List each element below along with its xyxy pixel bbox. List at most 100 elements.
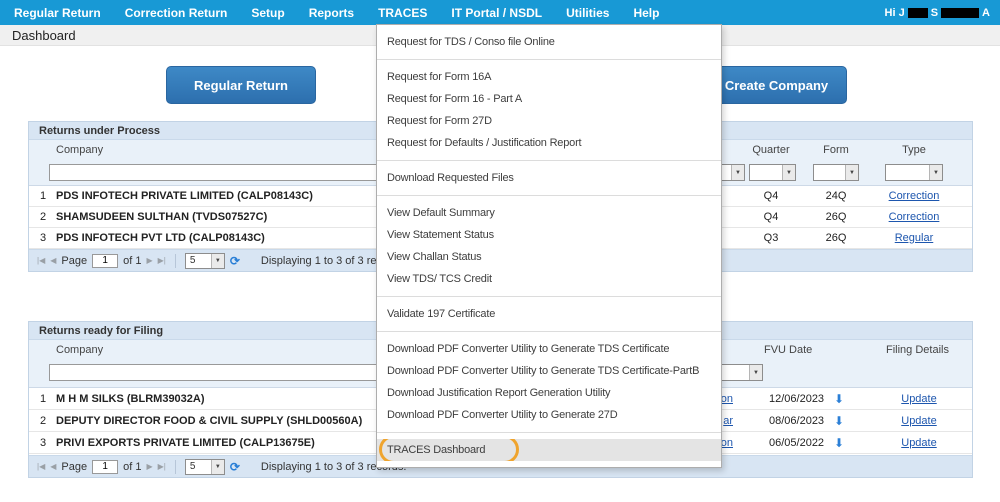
menu-reports[interactable]: Reports xyxy=(309,6,354,20)
prev-page-icon[interactable]: ◀ xyxy=(50,256,56,265)
chevron-down-icon: ▼ xyxy=(211,460,224,474)
type-link[interactable]: Correction xyxy=(883,186,945,207)
page-size-select[interactable]: 5 ▼ xyxy=(185,459,225,475)
form-value: 24Q xyxy=(811,186,861,207)
quarter-value: Q4 xyxy=(741,207,801,228)
row-number: 3 xyxy=(35,432,51,454)
form-value: 26Q xyxy=(811,207,861,228)
redacted-name-block xyxy=(941,8,979,18)
menu-item-request-conso[interactable]: Request for TDS / Conso file Online xyxy=(377,31,721,53)
form-value: 26Q xyxy=(811,228,861,249)
menu-item-request-form-16-part-a[interactable]: Request for Form 16 - Part A xyxy=(377,88,721,110)
menu-item-view-tds-tcs-credit[interactable]: View TDS/ TCS Credit xyxy=(377,268,721,290)
menu-correction-return[interactable]: Correction Return xyxy=(125,6,228,20)
menu-item-pdf-converter-tds-certificate[interactable]: Download PDF Converter Utility to Genera… xyxy=(377,338,721,360)
page-size-value: 5 xyxy=(190,255,196,266)
first-page-icon[interactable]: |◀ xyxy=(37,462,45,471)
menu-it-portal-nsdl[interactable]: IT Portal / NSDL xyxy=(451,6,542,20)
update-link[interactable]: Update xyxy=(889,410,949,432)
fvu-date-value: 06/05/2022 xyxy=(769,432,831,454)
last-page-icon[interactable]: ▶| xyxy=(158,462,166,471)
quarter-value: Q4 xyxy=(741,186,801,207)
column-header-company: Company xyxy=(56,140,103,160)
row-number: 1 xyxy=(35,388,51,410)
page-of-label: of 1 xyxy=(123,461,141,473)
page-number-input[interactable] xyxy=(92,460,118,474)
menu-regular-return[interactable]: Regular Return xyxy=(14,6,101,20)
column-header-type: Type xyxy=(883,140,945,160)
menu-item-traces-dashboard[interactable]: TRACES Dashboard xyxy=(377,439,721,461)
quarter-filter-select[interactable]: ▼ xyxy=(749,164,796,181)
row-number: 2 xyxy=(35,207,51,228)
download-icon[interactable]: ⬇ xyxy=(831,410,847,432)
chevron-down-icon: ▼ xyxy=(782,165,795,180)
pager-divider xyxy=(175,460,176,474)
company-name: DEPUTY DIRECTOR FOOD & CIVIL SUPPLY (SHL… xyxy=(56,410,362,432)
menu-item-request-form-16a[interactable]: Request for Form 16A xyxy=(377,66,721,88)
download-icon[interactable]: ⬇ xyxy=(831,388,847,410)
form-filter-select[interactable]: ▼ xyxy=(813,164,859,181)
menu-item-validate-197-certificate[interactable]: Validate 197 Certificate xyxy=(377,303,721,325)
menu-setup[interactable]: Setup xyxy=(251,6,284,20)
menu-item-download-requested-files[interactable]: Download Requested Files xyxy=(377,167,721,189)
next-page-icon[interactable]: ▶ xyxy=(146,256,152,265)
chevron-down-icon: ▼ xyxy=(929,165,942,180)
chevron-down-icon: ▼ xyxy=(731,165,744,180)
company-name: M H M SILKS (BLRM39032A) xyxy=(56,388,205,410)
menu-traces[interactable]: TRACES xyxy=(378,6,427,20)
refresh-icon[interactable]: ⟳ xyxy=(230,460,240,474)
page-label: Page xyxy=(61,255,87,267)
next-page-icon[interactable]: ▶ xyxy=(146,462,152,471)
company-name: PRIVI EXPORTS PRIVATE LIMITED (CALP13675… xyxy=(56,432,315,454)
menu-group: Download Requested Files xyxy=(377,161,721,195)
menu-item-view-default-summary[interactable]: View Default Summary xyxy=(377,202,721,224)
type-link[interactable]: Correction xyxy=(883,207,945,228)
chevron-down-icon: ▼ xyxy=(749,365,762,380)
column-header-form: Form xyxy=(811,140,861,160)
type-link[interactable]: Regular xyxy=(883,228,945,249)
company-name: SHAMSUDEEN SULTHAN (TVDS07527C) xyxy=(56,207,267,228)
row-number: 1 xyxy=(35,186,51,207)
column-header-fvu-date: FVU Date xyxy=(764,340,834,360)
company-name: PDS INFOTECH PVT LTD (CALP08143C) xyxy=(56,228,265,249)
page-of-label: of 1 xyxy=(123,255,141,267)
company-filter-input[interactable] xyxy=(49,364,381,381)
download-icon[interactable]: ⬇ xyxy=(831,432,847,454)
page-number-input[interactable] xyxy=(92,254,118,268)
menu-utilities[interactable]: Utilities xyxy=(566,6,609,20)
menu-group: Validate 197 Certificate xyxy=(377,297,721,331)
chevron-down-icon: ▼ xyxy=(211,254,224,268)
refresh-icon[interactable]: ⟳ xyxy=(230,254,240,268)
menu-help[interactable]: Help xyxy=(633,6,659,20)
quarter-value: Q3 xyxy=(741,228,801,249)
create-company-button[interactable]: Create Company xyxy=(706,66,847,104)
menu-item-request-defaults-justification[interactable]: Request for Defaults / Justification Rep… xyxy=(377,132,721,154)
last-page-icon[interactable]: ▶| xyxy=(158,256,166,265)
menu-group: View Default Summary View Statement Stat… xyxy=(377,196,721,296)
menu-item-request-form-27d[interactable]: Request for Form 27D xyxy=(377,110,721,132)
page-size-value: 5 xyxy=(190,461,196,472)
page-size-select[interactable]: 5 ▼ xyxy=(185,253,225,269)
menu-item-label: TRACES Dashboard xyxy=(387,444,485,456)
user-greeting: Hi J S A xyxy=(885,0,990,25)
menu-item-justification-report-utility[interactable]: Download Justification Report Generation… xyxy=(377,382,721,404)
greeting-text-mid: S xyxy=(931,7,938,19)
regular-return-button[interactable]: Regular Return xyxy=(166,66,316,104)
page-label: Page xyxy=(61,461,87,473)
type-filter-select[interactable]: ▼ xyxy=(885,164,943,181)
menu-group: Download PDF Converter Utility to Genera… xyxy=(377,332,721,432)
top-menu-bar: Regular Return Correction Return Setup R… xyxy=(0,0,1000,25)
menu-item-pdf-converter-27d[interactable]: Download PDF Converter Utility to Genera… xyxy=(377,404,721,426)
row-number: 3 xyxy=(35,228,51,249)
prev-page-icon[interactable]: ◀ xyxy=(50,462,56,471)
update-link[interactable]: Update xyxy=(889,432,949,454)
pager-divider xyxy=(175,254,176,268)
company-filter-input[interactable] xyxy=(49,164,381,181)
menu-item-view-statement-status[interactable]: View Statement Status xyxy=(377,224,721,246)
breadcrumb: Dashboard xyxy=(12,28,76,43)
update-link[interactable]: Update xyxy=(889,388,949,410)
greeting-text: Hi J xyxy=(885,7,905,19)
menu-item-view-challan-status[interactable]: View Challan Status xyxy=(377,246,721,268)
first-page-icon[interactable]: |◀ xyxy=(37,256,45,265)
menu-item-pdf-converter-tds-certificate-partb[interactable]: Download PDF Converter Utility to Genera… xyxy=(377,360,721,382)
